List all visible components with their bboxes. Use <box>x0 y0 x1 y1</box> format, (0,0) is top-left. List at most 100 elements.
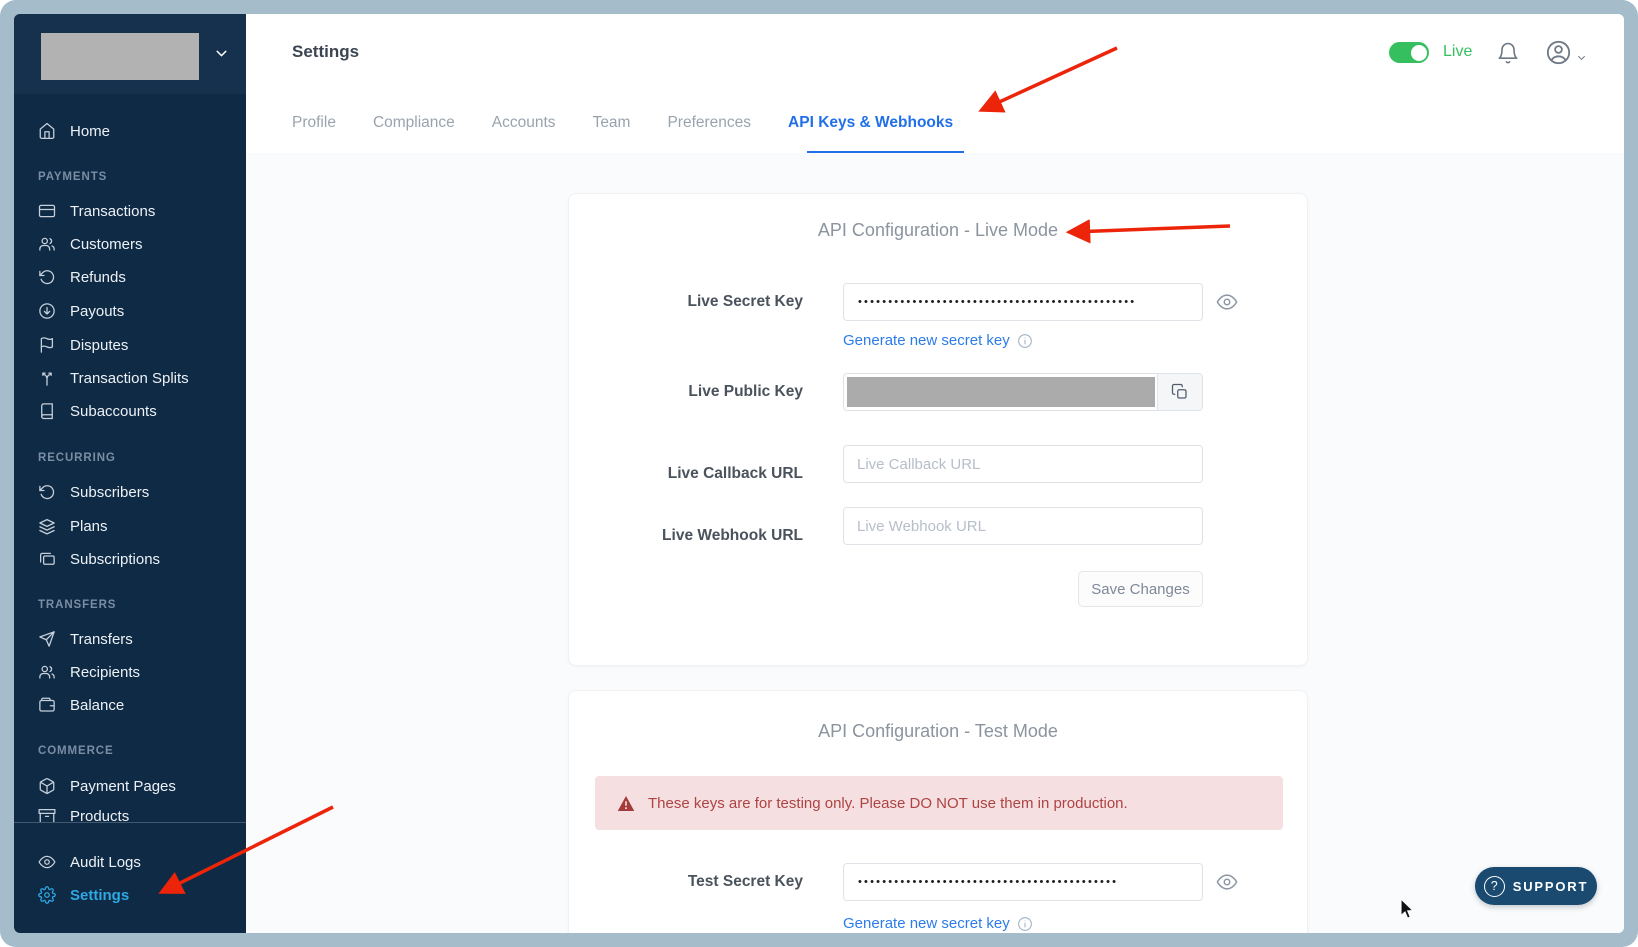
generate-link-label: Generate new secret key <box>843 332 1010 349</box>
reveal-live-secret-button[interactable] <box>1216 291 1238 313</box>
sidebar-item-products[interactable]: Products <box>38 804 129 822</box>
sidebar-item-label: Subscriptions <box>70 551 160 568</box>
notifications-button[interactable] <box>1496 41 1520 65</box>
test-card-title: API Configuration - Test Mode <box>569 721 1307 742</box>
redacted-public-key <box>847 377 1155 407</box>
live-public-key-field <box>843 373 1203 411</box>
users-icon <box>38 235 56 253</box>
flag-icon <box>38 336 56 354</box>
eye-icon <box>1216 871 1238 893</box>
sidebar-section-payments: PAYMENTS <box>38 171 107 187</box>
support-label: SUPPORT <box>1513 879 1588 894</box>
warning-text: These keys are for testing only. Please … <box>648 795 1128 812</box>
sidebar-item-refunds[interactable]: Refunds <box>38 265 126 289</box>
split-icon <box>38 369 56 387</box>
sidebar-item-payouts[interactable]: Payouts <box>38 299 124 323</box>
save-changes-button[interactable]: Save Changes <box>1078 571 1203 607</box>
sidebar-item-label: Transaction Splits <box>70 370 189 387</box>
toggle-knob <box>1411 45 1427 61</box>
tab-preferences[interactable]: Preferences <box>667 114 751 132</box>
sidebar-item-balance[interactable]: Balance <box>38 693 124 717</box>
warning-triangle-icon <box>617 795 635 812</box>
sidebar-item-customers[interactable]: Customers <box>38 232 143 256</box>
tab-api-keys-webhooks[interactable]: API Keys & Webhooks <box>788 114 953 132</box>
sidebar-item-subscriptions[interactable]: Subscriptions <box>38 547 160 571</box>
avatar-icon <box>1545 39 1572 66</box>
sidebar-item-subaccounts[interactable]: Subaccounts <box>38 399 157 423</box>
sidebar-item-label: Transactions <box>70 203 155 220</box>
question-mark-icon: ? <box>1484 876 1505 897</box>
info-icon <box>1017 916 1033 932</box>
sidebar-item-disputes[interactable]: Disputes <box>38 333 128 357</box>
sidebar-item-label: Payment Pages <box>70 778 176 795</box>
rotate-ccw-icon <box>38 268 56 286</box>
sidebar-item-plans[interactable]: Plans <box>38 514 108 538</box>
live-mode-label: Live <box>1443 43 1472 61</box>
test-secret-key-label: Test Secret Key <box>569 873 803 891</box>
sidebar-section-commerce: COMMERCE <box>38 745 114 761</box>
sidebar-item-label: Transfers <box>70 631 133 648</box>
sidebar-item-settings[interactable]: Settings <box>38 883 129 907</box>
topbar: Settings Live <box>246 14 1624 93</box>
sidebar: Home PAYMENTS Transactions Customers Ref… <box>14 14 246 933</box>
support-button[interactable]: ? SUPPORT <box>1475 867 1597 905</box>
main-content: API Configuration - Live Mode Live Secre… <box>246 153 1624 933</box>
settings-tabs-bar: Profile Compliance Accounts Team Prefere… <box>246 92 1624 154</box>
test-secret-key-field[interactable]: ••••••••••••••••••••••••••••••••••••••••… <box>843 863 1203 901</box>
live-callback-url-label: Live Callback URL <box>569 465 803 483</box>
api-config-test-card: API Configuration - Test Mode These keys… <box>568 690 1308 933</box>
sidebar-item-label: Products <box>70 808 129 823</box>
book-icon <box>38 402 56 420</box>
account-switcher[interactable] <box>14 14 246 94</box>
sidebar-item-label: Customers <box>70 236 143 253</box>
live-card-title: API Configuration - Live Mode <box>569 220 1307 241</box>
layers-icon <box>38 517 56 535</box>
window-frame: Home PAYMENTS Transactions Customers Ref… <box>0 0 1638 947</box>
package-icon <box>38 777 56 795</box>
sidebar-section-transfers: TRANSFERS <box>38 599 116 615</box>
account-menu-button[interactable] <box>1545 39 1572 66</box>
sidebar-item-label: Payouts <box>70 303 124 320</box>
sidebar-item-label: Plans <box>70 518 108 535</box>
live-webhook-url-label: Live Webhook URL <box>569 527 803 545</box>
sidebar-item-audit-logs[interactable]: Audit Logs <box>38 850 141 874</box>
masked-secret-value: ••••••••••••••••••••••••••••••••••••••••… <box>844 864 1202 900</box>
generate-test-secret-link[interactable]: Generate new secret key <box>843 915 1033 932</box>
wallet-icon <box>38 696 56 714</box>
live-mode-toggle[interactable] <box>1389 42 1429 63</box>
masked-secret-value: ••••••••••••••••••••••••••••••••••••••••… <box>844 284 1202 320</box>
live-callback-url-input[interactable] <box>843 445 1203 483</box>
generate-live-secret-link[interactable]: Generate new secret key <box>843 332 1033 349</box>
live-public-key-label: Live Public Key <box>569 383 803 401</box>
sidebar-item-transactions[interactable]: Transactions <box>38 199 155 223</box>
tab-team[interactable]: Team <box>593 114 631 132</box>
sidebar-item-label: Subaccounts <box>70 403 157 420</box>
sidebar-item-label: Settings <box>70 887 129 904</box>
sidebar-item-payment-pages[interactable]: Payment Pages <box>38 774 176 798</box>
sidebar-section-recurring: RECURRING <box>38 452 116 468</box>
live-webhook-url-input[interactable] <box>843 507 1203 545</box>
send-icon <box>38 630 56 648</box>
tab-accounts[interactable]: Accounts <box>492 114 556 132</box>
live-secret-key-label: Live Secret Key <box>569 293 803 311</box>
sidebar-item-label: Home <box>70 123 110 140</box>
tab-profile[interactable]: Profile <box>292 114 336 132</box>
sidebar-item-transfers[interactable]: Transfers <box>38 627 133 651</box>
tab-compliance[interactable]: Compliance <box>373 114 455 132</box>
copy-public-key-button[interactable] <box>1157 374 1202 410</box>
sidebar-item-label: Subscribers <box>70 484 149 501</box>
sidebar-item-subscribers[interactable]: Subscribers <box>38 480 149 504</box>
tabs: Profile Compliance Accounts Team Prefere… <box>292 92 953 153</box>
sidebar-item-home[interactable]: Home <box>38 119 110 143</box>
sidebar-item-label: Balance <box>70 697 124 714</box>
eye-icon <box>1216 291 1238 313</box>
reveal-test-secret-button[interactable] <box>1216 871 1238 893</box>
merchant-logo-redacted <box>41 33 199 80</box>
sidebar-item-label: Refunds <box>70 269 126 286</box>
rotate-icon <box>38 483 56 501</box>
sidebar-item-recipients[interactable]: Recipients <box>38 660 140 684</box>
live-secret-key-field[interactable]: ••••••••••••••••••••••••••••••••••••••••… <box>843 283 1203 321</box>
sidebar-item-transaction-splits[interactable]: Transaction Splits <box>38 366 189 390</box>
sidebar-nav: Home PAYMENTS Transactions Customers Ref… <box>14 94 246 822</box>
credit-card-icon <box>38 202 56 220</box>
